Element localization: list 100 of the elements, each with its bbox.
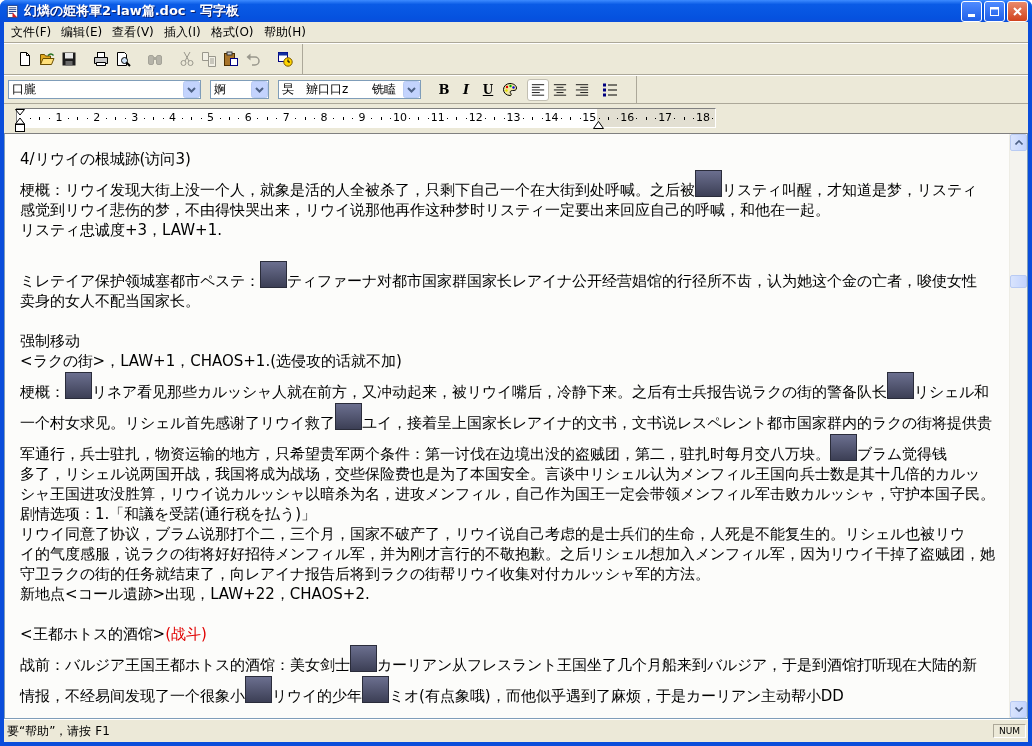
bullet-list-icon	[602, 81, 618, 98]
ruler-number: 11	[429, 112, 446, 124]
portrait-placeholder	[335, 403, 362, 430]
portrait-placeholder	[260, 261, 287, 288]
menu-item[interactable]: 查看(V)	[107, 23, 159, 41]
copy-pages-icon	[201, 51, 217, 67]
right-indent-icon[interactable]	[593, 121, 604, 129]
scissors-icon	[179, 51, 195, 67]
document-text: リスティ忠诚度+3，LAW+1.	[20, 220, 222, 240]
ruler-number: 13	[505, 112, 522, 124]
document-text: ブラム觉得钱	[857, 444, 947, 464]
document-text: 守卫ラクの街的任务就结束了，向レアイナ报告后将到ラクの街帮リウイ收集对付カルッシャ军的方法。	[20, 564, 710, 584]
document-text: リスティ叫醒，才知道是梦，リスティ	[722, 180, 977, 200]
scroll-down-button[interactable]	[1010, 701, 1027, 718]
portrait-placeholder	[695, 170, 722, 197]
close-button[interactable]	[1007, 0, 1028, 22]
ruler-number: 2	[92, 112, 102, 124]
document-text: リウイ同意了协议，ブラム说那打个二，三个月，国家不破产了，リウイ说自己考虑的是士兵们的生命，人死是不能复生的。リシェル也被リウ	[20, 524, 965, 544]
ruler-number: 3	[130, 112, 140, 124]
document-text: <王都ホトス的酒馆>	[20, 624, 166, 644]
ruler-number: 16	[619, 112, 636, 124]
document-text: 感觉到リウイ悲伤的梦，不由得快哭出来，リウイ说那他再作这种梦时リスティ一定要出来回应自己的呼喊，和他在一起。	[20, 200, 830, 220]
document-text: 情报，不经易间发现了一个很象小	[20, 686, 245, 706]
ruler-number: 12	[467, 112, 484, 124]
ruler-number: 14	[543, 112, 560, 124]
maximize-icon	[990, 6, 999, 16]
portrait-placeholder	[830, 434, 857, 461]
document-text: シャ王国进攻没胜算，リウイ说カルッシャ以暗杀为名，进攻メンフィル，自己作为国王一定会带领メンフィル军击败カルッシャ，守护本国子民。	[20, 484, 995, 504]
document-text: 战前：バルジア王国王都ホトス的酒馆：美女剑士	[20, 655, 350, 675]
document-text: 军通行，兵士驻扎，物资运输的地方，只希望贵军两个条件：第一讨伐在边境出没的盗贼团，第二，驻扎时每月交八万块。	[20, 444, 830, 464]
ruler-number: 9	[357, 112, 367, 124]
document-text: 强制移动	[20, 331, 80, 351]
blank-page-icon	[17, 51, 33, 67]
document-text: <ラクの街>，LAW+1，CHAOS+1.(选侵攻的话就不加)	[20, 351, 402, 371]
ruler-number: 5	[205, 112, 215, 124]
menu-item[interactable]: 帮助(H)	[258, 23, 311, 41]
document-text: イ的气度感服，说ラクの街将好好招待メンフィル军，并为刚才言行的不敬抱歉。之后リシェル想加入メンフィル军，因为リウイ干掉了盗贼团，她	[20, 544, 995, 564]
portrait-placeholder	[350, 645, 377, 672]
document-text: 卖身的女人不配当国家长。	[20, 291, 200, 311]
document-text: リシェル和	[914, 382, 989, 402]
menu-item[interactable]: 文件(F)	[6, 23, 57, 41]
align-left-button[interactable]	[527, 78, 549, 101]
document-text: 多了，リシェル说两国开战，我国将成为战场，交些保险费也是为了本国安全。言谈中リシェル认为メンフィル王国向兵士数是其十几倍的カルッ	[20, 464, 980, 484]
portrait-placeholder	[887, 372, 914, 399]
document-text: ユイ，接着呈上国家长レアイナ的文书，文书说レスペレント都市国家群内的ラクの街将提供贵	[362, 413, 992, 433]
scroll-thumb[interactable]	[1010, 275, 1027, 288]
document-text: 剧情选项：1.「和議を受諾(通行税を払う)」	[20, 504, 316, 524]
calendar-clock-icon	[277, 51, 293, 67]
close-icon	[1013, 6, 1022, 16]
document-text: カーリアン从フレスラント王国坐了几个月船来到バルジア，于是到酒馆打听现在大陆的新	[377, 655, 977, 675]
font-size-dropdown[interactable]: 婀	[210, 80, 269, 99]
menu-item[interactable]: 格式(O)	[205, 23, 259, 41]
printer-icon	[93, 51, 109, 67]
undo-arrow-icon	[245, 51, 261, 67]
ruler-number: 4	[168, 112, 178, 124]
maximize-button[interactable]	[984, 0, 1005, 22]
ruler-number: 8	[319, 112, 329, 124]
scroll-up-button[interactable]	[1010, 134, 1027, 151]
document-text: ミオ(有点象哦)，而他似乎遇到了麻烦，于是カーリアン主动帮小DD	[389, 686, 844, 706]
font-dropdown[interactable]: 口朧	[8, 80, 201, 99]
document-text: 一个村女求见。リシェル首先感谢了リウイ救了	[20, 413, 335, 433]
bold-button[interactable]: B	[433, 78, 455, 101]
document-text: 4/リウイの根城跡(访问3)	[20, 149, 191, 169]
ruler-number: 17	[657, 112, 674, 124]
portrait-placeholder	[362, 676, 389, 703]
status-text: 要“帮助”，请按 F1	[7, 722, 110, 740]
align-right-icon	[575, 83, 589, 96]
align-center-icon	[553, 83, 567, 96]
ruler-number: 15	[581, 112, 598, 124]
portrait-placeholder	[65, 372, 92, 399]
ruler-number: 10	[391, 112, 408, 124]
palette-icon	[502, 81, 518, 98]
window-title: 幻燐の姫将軍2-law篇.doc - 写字板	[24, 2, 239, 20]
indent-marker-icon[interactable]	[15, 109, 25, 133]
document-text: 梗概：	[20, 382, 65, 402]
num-lock-indicator: NUM	[992, 724, 1026, 738]
document-text: 新地点<コール遺跡>出现，LAW+22，CHAOS+2.	[20, 584, 370, 604]
align-left-icon	[531, 83, 545, 96]
document-text: ティファーナ对都市国家群国家长レアイナ公开经营娼馆的行径所不齿，认为她这个金の亡者，唆使女性	[287, 271, 977, 291]
menu-item[interactable]: 编辑(E)	[56, 23, 108, 41]
italic-button[interactable]: I	[455, 78, 477, 101]
ruler-number: 7	[281, 112, 291, 124]
minimize-button[interactable]	[961, 0, 982, 22]
page-magnifier-icon	[115, 51, 131, 67]
clipboard-icon	[223, 51, 239, 67]
menu-item[interactable]: 插入(I)	[158, 23, 206, 41]
open-folder-icon	[39, 51, 55, 67]
minimize-icon	[968, 13, 975, 17]
portrait-placeholder	[245, 676, 272, 703]
document-text: ミレテイア保护领城塞都市ペステ：	[20, 271, 260, 291]
document-text: リウイ的少年	[272, 686, 362, 706]
document-icon	[5, 3, 20, 19]
document-text: 梗概：リウイ发现大街上没一个人，就象是活的人全被杀了，只剩下自己一个在大街到处呼喊。之后被	[20, 180, 695, 200]
underline-button[interactable]: U	[477, 78, 499, 101]
ruler-number: 1	[54, 112, 64, 124]
ruler-number: 6	[243, 112, 253, 124]
document-text: (战斗)	[165, 624, 207, 644]
vertical-scrollbar[interactable]	[1009, 134, 1027, 718]
document-text: リネア看见那些カルッシャ人就在前方，又冲动起来，被リウイ嘴后，冷静下来。之后有士兵报告说ラクの街的警备队长	[92, 382, 887, 402]
script-dropdown[interactable]: 旲 辧口口z 铣瞌	[278, 80, 421, 99]
